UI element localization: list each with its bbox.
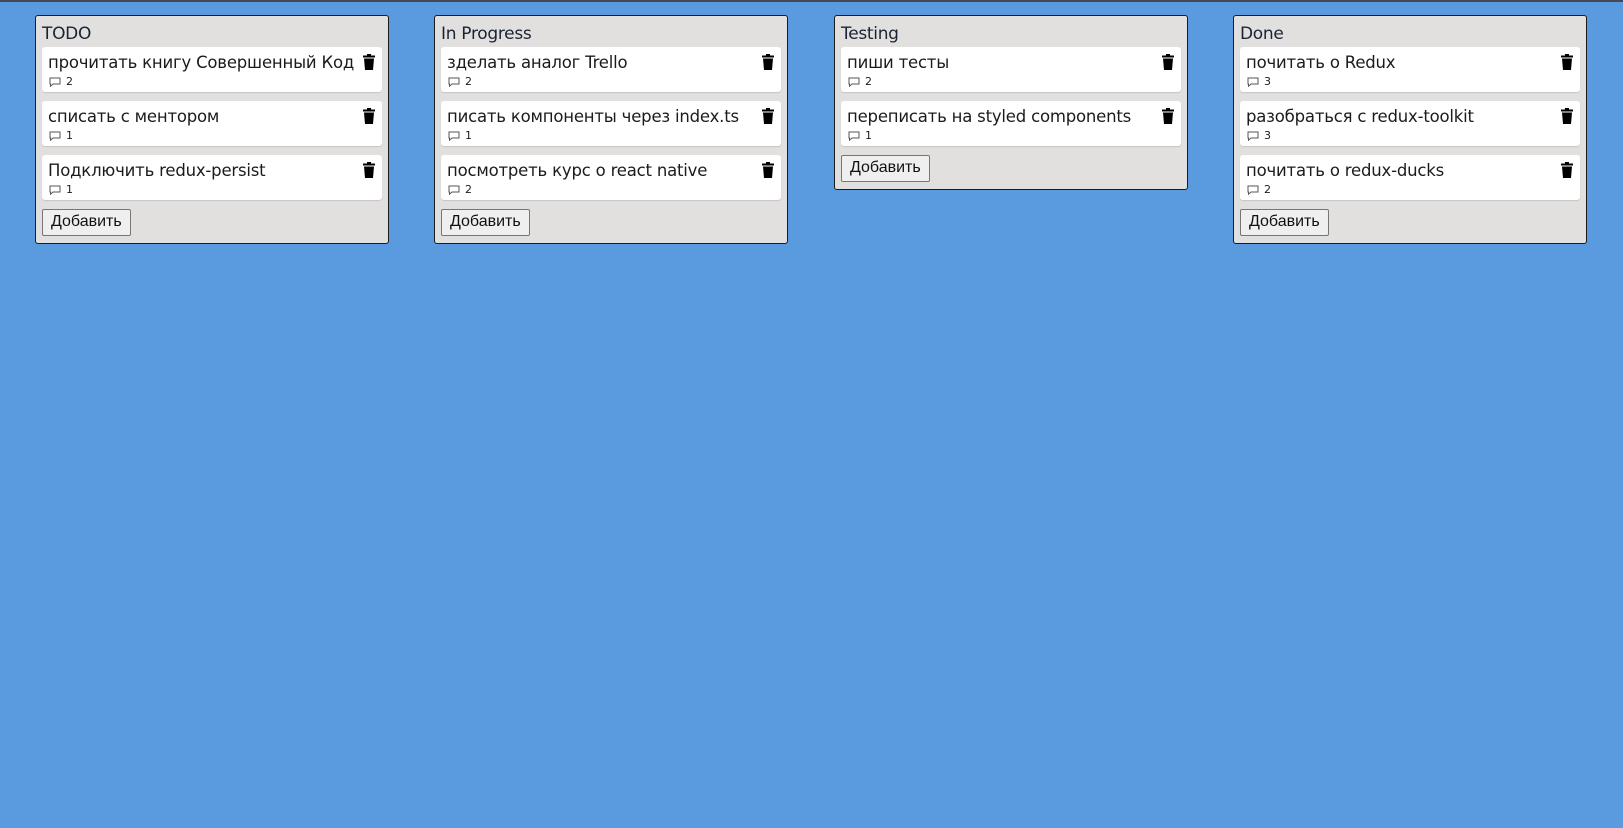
comment-icon <box>848 77 860 87</box>
task-card[interactable]: посмотреть курс о react native 2 <box>441 155 781 200</box>
comment-count: 2 <box>465 183 472 196</box>
task-title: зделать аналог Trello <box>447 53 628 72</box>
kanban-board: TODO прочитать книгу Совершенный Код 2 с… <box>0 2 1623 828</box>
comment-icon <box>848 131 860 141</box>
column-todo: TODO прочитать книгу Совершенный Код 2 с… <box>35 15 389 244</box>
comment-icon <box>49 185 61 195</box>
trash-icon[interactable] <box>363 162 375 178</box>
trash-icon[interactable] <box>1561 108 1573 124</box>
comment-count: 3 <box>1264 129 1271 142</box>
column-in-progress: In Progress зделать аналог Trello 2 писа… <box>434 15 788 244</box>
comment-icon <box>1247 185 1259 195</box>
trash-icon[interactable] <box>1162 54 1174 70</box>
task-title: прочитать книгу Совершенный Код <box>48 53 355 72</box>
trash-icon[interactable] <box>363 54 375 70</box>
task-card[interactable]: прочитать книгу Совершенный Код 2 <box>42 47 382 92</box>
comment-count: 2 <box>1264 183 1271 196</box>
add-card-button[interactable]: Добавить <box>441 209 530 236</box>
add-card-button[interactable]: Добавить <box>1240 209 1329 236</box>
comment-count: 3 <box>1264 75 1271 88</box>
comment-icon <box>448 131 460 141</box>
column-done: Done почитать о Redux 3 разобраться с re… <box>1233 15 1587 244</box>
add-card-button[interactable]: Добавить <box>42 209 131 236</box>
task-title: посмотреть курс о react native <box>447 161 708 180</box>
task-card[interactable]: пиши тесты 2 <box>841 47 1181 92</box>
trash-icon[interactable] <box>762 54 774 70</box>
column-testing: Testing пиши тесты 2 переписать на style… <box>834 15 1188 190</box>
column-title: Testing <box>841 24 899 44</box>
comment-count-badge: 2 <box>848 76 872 88</box>
comment-icon <box>1247 77 1259 87</box>
trash-icon[interactable] <box>1561 54 1573 70</box>
comment-count-badge: 1 <box>848 130 872 142</box>
task-title: почитать о redux-ducks <box>1246 161 1444 180</box>
comment-icon <box>448 77 460 87</box>
column-title: TODO <box>42 24 92 44</box>
column-title: In Progress <box>441 24 532 44</box>
task-title: разобраться с redux-toolkit <box>1246 107 1474 126</box>
comment-count-badge: 3 <box>1247 76 1271 88</box>
comment-count: 1 <box>865 129 872 142</box>
task-card[interactable]: зделать аналог Trello 2 <box>441 47 781 92</box>
task-card[interactable]: Подключить redux-persist 1 <box>42 155 382 200</box>
comment-count-badge: 3 <box>1247 130 1271 142</box>
task-title: пиши тесты <box>847 53 950 72</box>
task-title: Подключить redux-persist <box>48 161 266 180</box>
trash-icon[interactable] <box>1561 162 1573 178</box>
add-card-button[interactable]: Добавить <box>841 155 930 182</box>
task-card[interactable]: почитать о redux-ducks 2 <box>1240 155 1580 200</box>
column-title: Done <box>1240 24 1284 44</box>
comment-count: 2 <box>865 75 872 88</box>
comment-icon <box>448 185 460 195</box>
comment-count: 1 <box>66 183 73 196</box>
task-card[interactable]: переписать на styled components 1 <box>841 101 1181 146</box>
comment-icon <box>1247 131 1259 141</box>
comment-count-badge: 2 <box>1247 184 1271 196</box>
trash-icon[interactable] <box>363 108 375 124</box>
comment-count-badge: 2 <box>49 76 73 88</box>
task-card[interactable]: разобраться с redux-toolkit 3 <box>1240 101 1580 146</box>
task-card[interactable]: почитать о Redux 3 <box>1240 47 1580 92</box>
comment-count-badge: 1 <box>49 184 73 196</box>
comment-count: 1 <box>465 129 472 142</box>
comment-count: 1 <box>66 129 73 142</box>
comment-count-badge: 1 <box>448 130 472 142</box>
task-title: списать с ментором <box>48 107 220 126</box>
task-card[interactable]: списать с ментором 1 <box>42 101 382 146</box>
task-title: почитать о Redux <box>1246 53 1396 72</box>
comment-icon <box>49 77 61 87</box>
trash-icon[interactable] <box>762 108 774 124</box>
task-card[interactable]: писать компоненты через index.ts 1 <box>441 101 781 146</box>
task-title: переписать на styled components <box>847 107 1132 126</box>
trash-icon[interactable] <box>762 162 774 178</box>
task-title: писать компоненты через index.ts <box>447 107 739 126</box>
comment-count: 2 <box>465 75 472 88</box>
comment-count-badge: 1 <box>49 130 73 142</box>
trash-icon[interactable] <box>1162 108 1174 124</box>
comment-count: 2 <box>66 75 73 88</box>
comment-count-badge: 2 <box>448 184 472 196</box>
comment-icon <box>49 131 61 141</box>
comment-count-badge: 2 <box>448 76 472 88</box>
